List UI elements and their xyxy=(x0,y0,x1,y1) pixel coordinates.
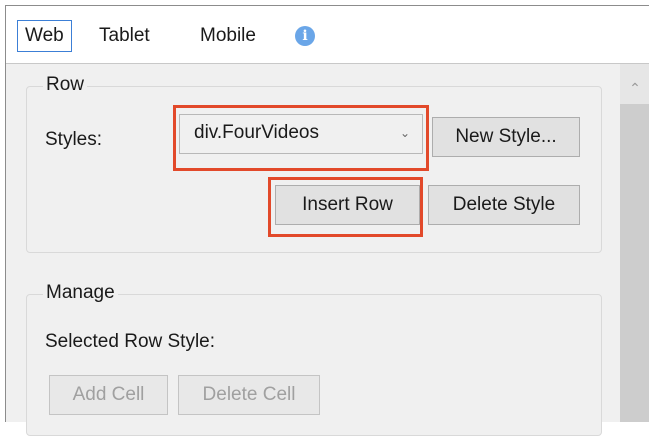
chevron-down-icon: ⌄ xyxy=(399,126,410,140)
panel-frame: Web Tablet Mobile i ⌃ Row Styles: div.Fo… xyxy=(5,5,649,436)
delete-cell-button[interactable]: Delete Cell xyxy=(178,375,320,415)
scroll-thumb[interactable] xyxy=(620,104,649,422)
scroll-up-icon[interactable]: ⌃ xyxy=(620,78,649,98)
row-group: Row Styles: div.FourVideos ⌄ New Style..… xyxy=(26,74,602,253)
styles-select[interactable]: div.FourVideos ⌄ xyxy=(179,114,423,154)
info-icon[interactable]: i xyxy=(295,26,315,46)
selected-row-style-label: Selected Row Style: xyxy=(45,331,216,352)
vertical-scrollbar[interactable]: ⌃ xyxy=(620,64,649,422)
styles-select-value: div.FourVideos xyxy=(194,122,319,143)
manage-group: Manage Selected Row Style: Add Cell Dele… xyxy=(26,282,602,436)
delete-style-button[interactable]: Delete Style xyxy=(428,185,580,225)
tab-mobile[interactable]: Mobile xyxy=(194,20,262,52)
tab-tablet[interactable]: Tablet xyxy=(93,20,156,52)
manage-group-title: Manage xyxy=(43,282,118,304)
styles-label: Styles: xyxy=(45,129,103,150)
add-cell-button[interactable]: Add Cell xyxy=(49,375,168,415)
tab-web[interactable]: Web xyxy=(17,20,72,52)
new-style-button[interactable]: New Style... xyxy=(432,117,580,157)
insert-row-button[interactable]: Insert Row xyxy=(275,185,420,225)
row-group-title: Row xyxy=(43,74,88,96)
tab-bar: Web Tablet Mobile i xyxy=(6,6,649,64)
